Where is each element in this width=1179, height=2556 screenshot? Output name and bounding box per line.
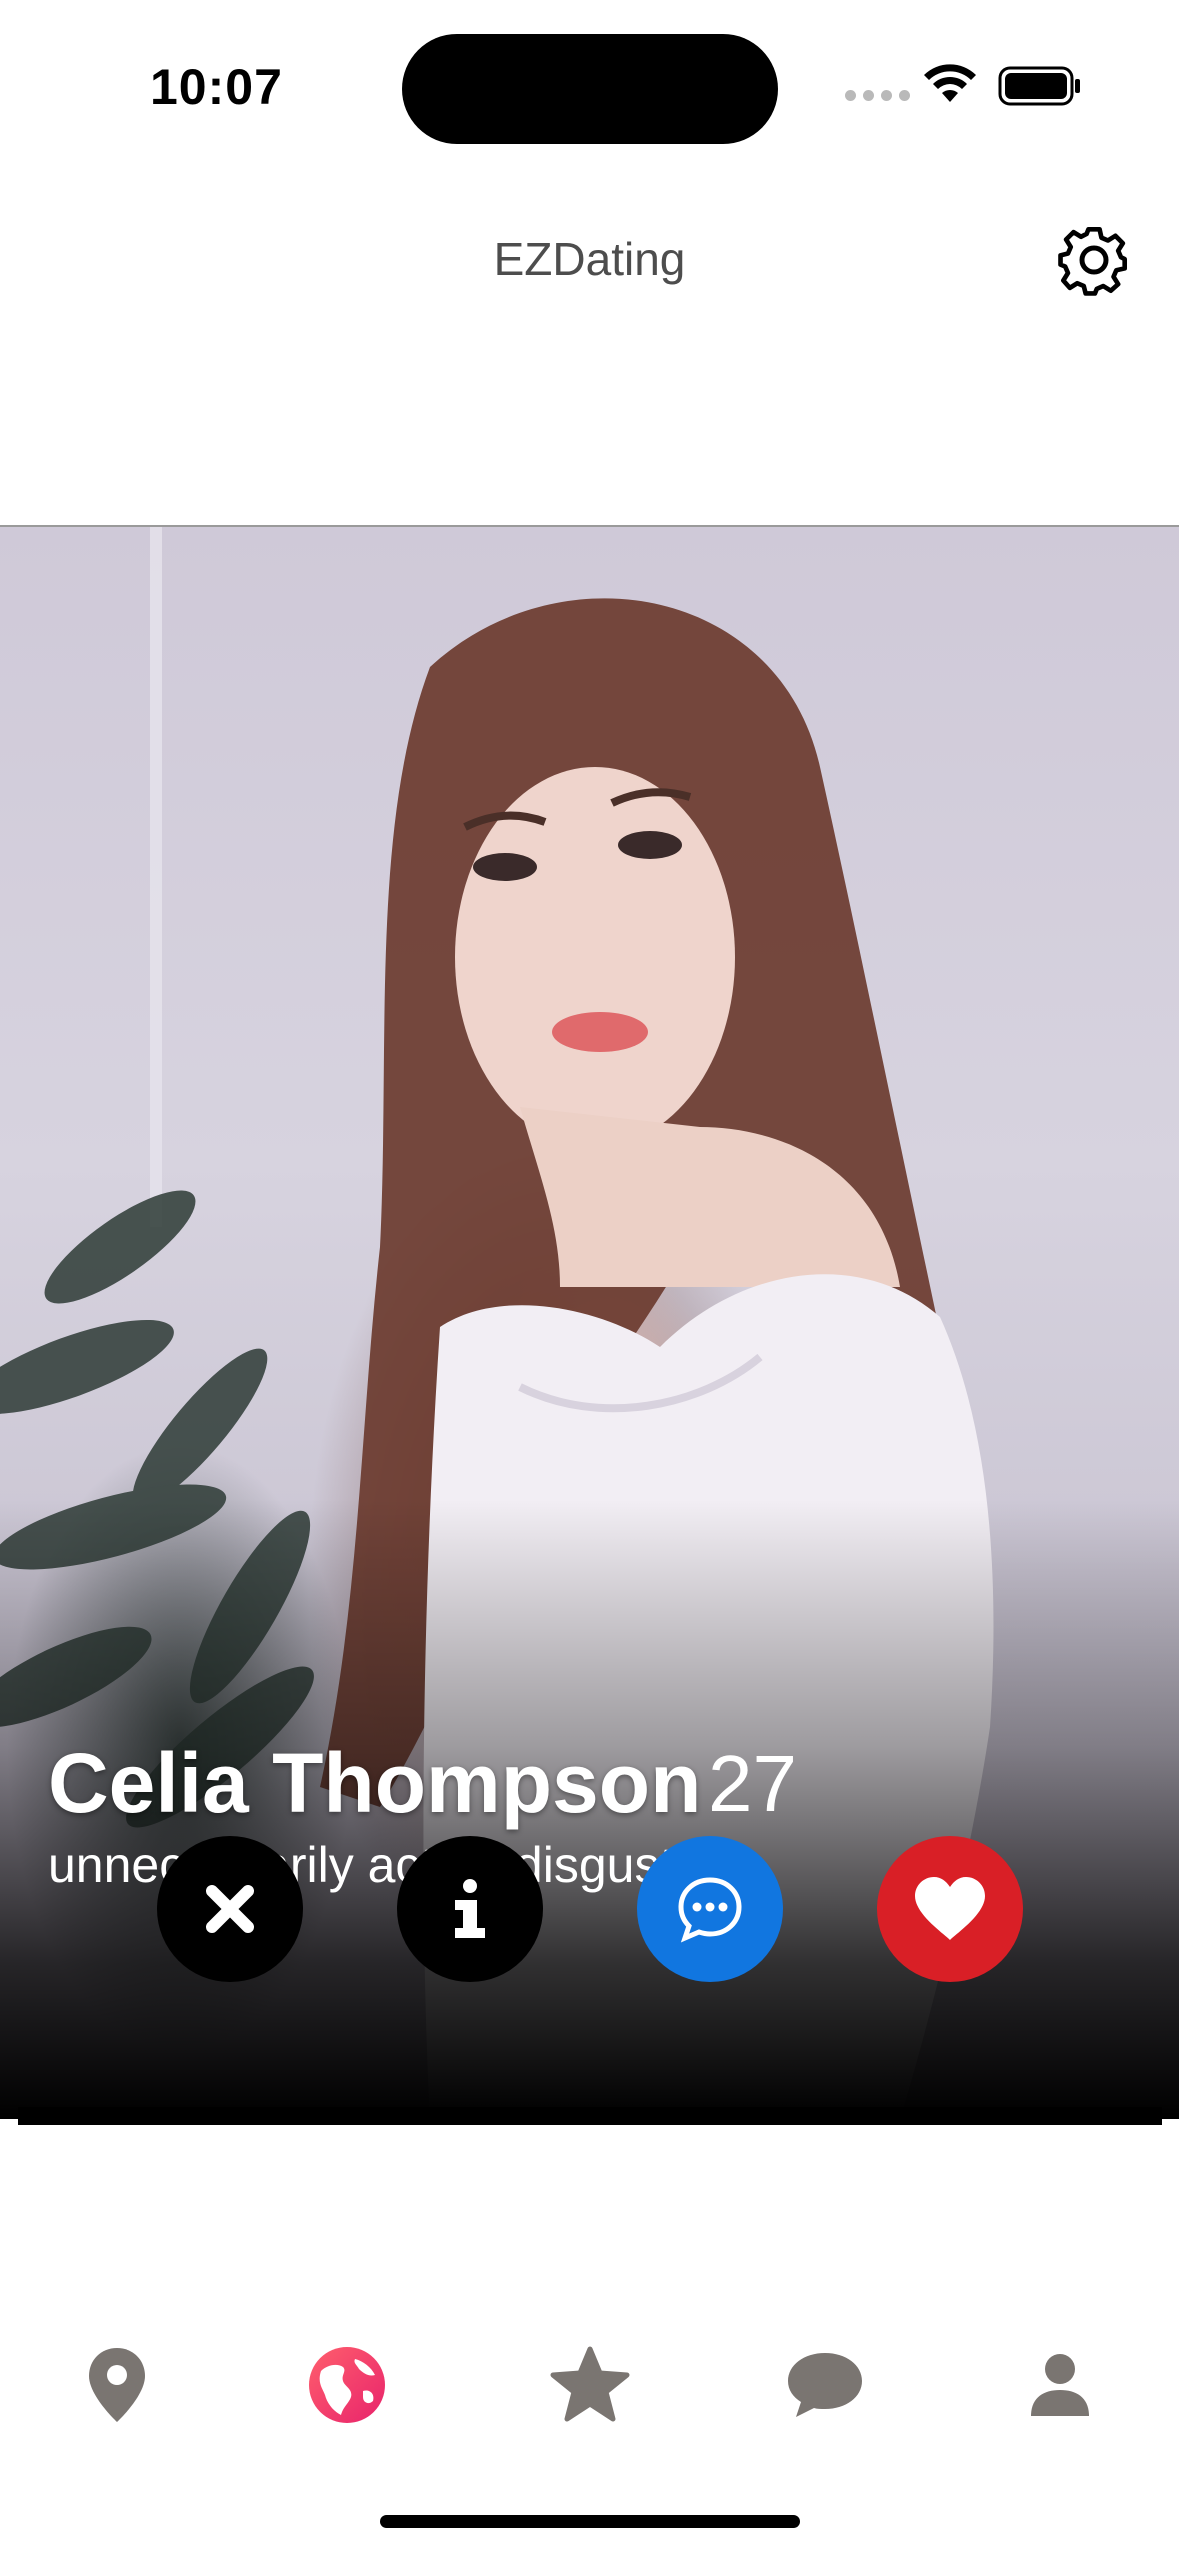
globe-icon (309, 2347, 385, 2423)
profile-name: Celia Thompson (48, 1736, 702, 1830)
chat-bubble-icon (788, 2353, 862, 2417)
like-button[interactable] (877, 1836, 1023, 1982)
app-title: EZDating (493, 233, 686, 285)
tab-messages[interactable] (780, 2340, 870, 2430)
location-pin-icon (89, 2348, 145, 2422)
home-indicator[interactable] (380, 2515, 800, 2528)
pass-button[interactable] (157, 1836, 303, 1982)
dynamic-island (402, 34, 778, 144)
message-icon (678, 1877, 742, 1943)
person-icon (1031, 2354, 1089, 2416)
tab-nearby[interactable] (72, 2340, 162, 2430)
heart-icon (915, 1877, 985, 1940)
wifi-icon (924, 64, 976, 102)
tab-discover[interactable] (302, 2340, 392, 2430)
gear-icon (1058, 226, 1128, 296)
battery-icon (998, 66, 1080, 106)
info-icon (455, 1879, 485, 1938)
profile-bio: unnecessarily acting disgusting (48, 1837, 741, 1893)
tab-favorites[interactable] (545, 2340, 635, 2430)
cellular-signal-icon (845, 90, 910, 101)
message-button[interactable] (637, 1836, 783, 1982)
card-bottom-edge (18, 2107, 1162, 2125)
settings-button[interactable] (1056, 222, 1132, 298)
star-icon (550, 2346, 630, 2422)
tab-profile[interactable] (1015, 2340, 1105, 2430)
profile-age: 27 (708, 1739, 797, 1828)
info-button[interactable] (397, 1836, 543, 1982)
status-time: 10:07 (150, 59, 283, 115)
close-icon (206, 1885, 254, 1933)
